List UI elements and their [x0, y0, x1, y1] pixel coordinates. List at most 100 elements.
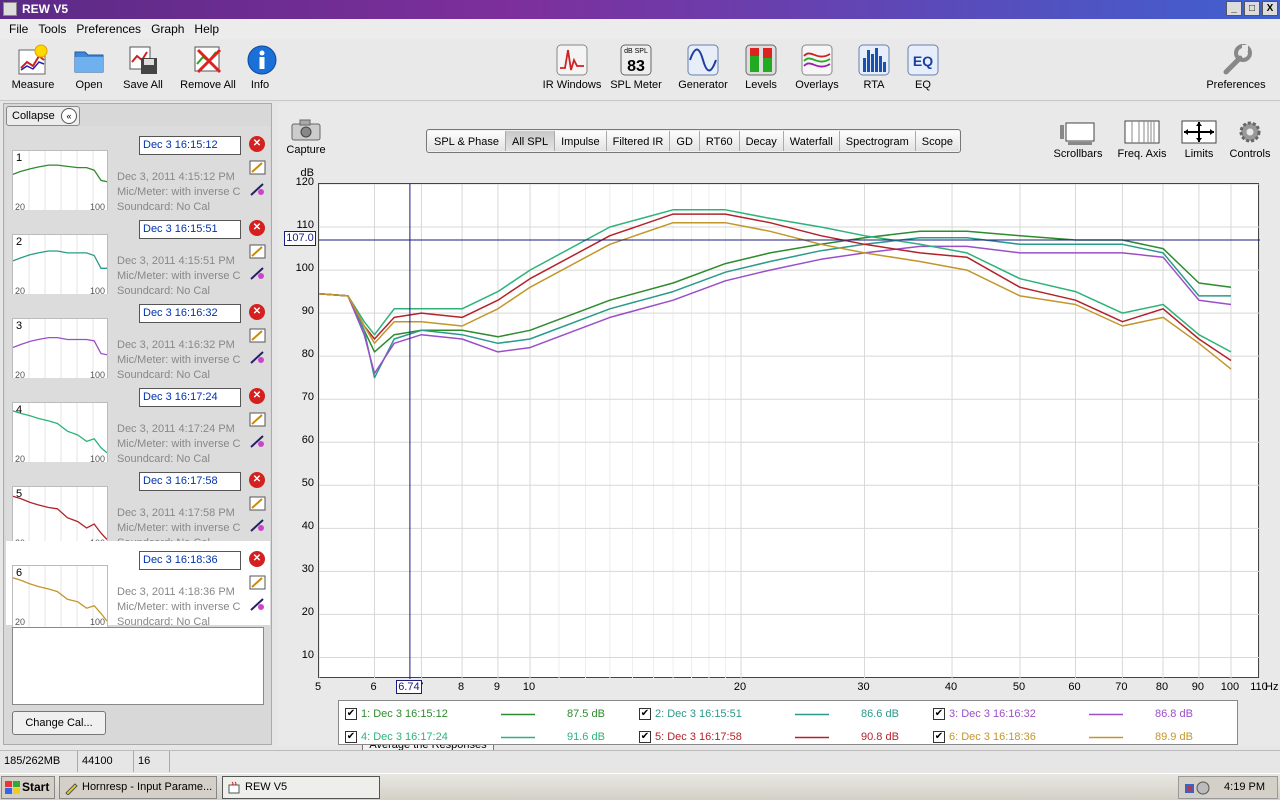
- tab-decay[interactable]: Decay: [739, 131, 784, 151]
- measurement-name-field[interactable]: Dec 3 16:17:24: [139, 388, 241, 407]
- tab-spectrogram[interactable]: Spectrogram: [839, 131, 916, 151]
- menu-graph[interactable]: Graph: [146, 22, 189, 36]
- colour-measurement-icon[interactable]: [249, 518, 266, 533]
- cursor-x-readout: 6.74: [395, 680, 422, 694]
- menu-file[interactable]: File: [4, 22, 33, 36]
- edit-measurement-icon[interactable]: [249, 575, 266, 590]
- spl-meter-unit: dB SPL: [624, 48, 648, 55]
- legend-label: 1: Dec 3 16:15:12: [361, 708, 448, 720]
- y-tick-label: 100: [295, 262, 314, 275]
- spl-meter-button[interactable]: dB SPL 83 SPL Meter: [610, 44, 662, 91]
- tab-all-spl[interactable]: All SPL: [506, 131, 556, 151]
- collapse-button[interactable]: Collapse «: [6, 106, 80, 126]
- change-cal-button[interactable]: Change Cal...: [12, 711, 106, 735]
- spl-graph[interactable]: Average the Responses: [318, 183, 1261, 756]
- close-button[interactable]: X: [1262, 1, 1278, 16]
- menu-preferences[interactable]: Preferences: [71, 22, 146, 36]
- ir-windows-button[interactable]: IR Windows: [542, 44, 602, 91]
- edit-measurement-icon[interactable]: [249, 328, 266, 343]
- delete-measurement-icon[interactable]: ✕: [249, 472, 265, 488]
- legend-checkbox[interactable]: ✔: [639, 708, 651, 720]
- measurement-name-field[interactable]: Dec 3 16:17:58: [139, 472, 241, 491]
- edit-measurement-icon[interactable]: [249, 412, 266, 427]
- scrollbars-button[interactable]: Scrollbars: [1052, 119, 1104, 160]
- overlays-button[interactable]: Overlays: [792, 44, 842, 91]
- y-tick-label: 90: [301, 305, 314, 318]
- tab-rt60[interactable]: RT60: [699, 131, 740, 151]
- measurement-item[interactable]: Dec 3 16:18:36 ✕ 6 20 100 Dec 3, 2011 4:18:36…: [6, 541, 270, 629]
- legend-checkbox[interactable]: ✔: [639, 731, 651, 743]
- measurement-name-field[interactable]: Dec 3 16:15:51: [139, 220, 241, 239]
- open-button[interactable]: Open: [70, 44, 108, 91]
- levels-button[interactable]: Levels: [742, 44, 780, 91]
- capture-button[interactable]: Capture: [284, 119, 328, 156]
- eq-button[interactable]: EQ EQ: [906, 44, 940, 91]
- generator-icon: [687, 44, 719, 76]
- legend-swatch: [1089, 736, 1123, 739]
- measurement-item[interactable]: Dec 3 16:17:58✕520100Dec 3, 2011 4:17:58…: [6, 462, 270, 550]
- preferences-button[interactable]: Preferences: [1202, 44, 1270, 91]
- legend-checkbox[interactable]: ✔: [933, 708, 945, 720]
- cursor-y-readout: 107.0: [284, 230, 316, 246]
- colour-measurement-icon[interactable]: [249, 266, 266, 281]
- y-tick-label: 20: [301, 606, 314, 619]
- camera-icon: [291, 119, 321, 141]
- maximize-button[interactable]: □: [1244, 1, 1260, 16]
- delete-measurement-icon[interactable]: ✕: [249, 304, 265, 320]
- minimize-button[interactable]: _: [1226, 1, 1242, 16]
- gear-icon: [1239, 121, 1261, 143]
- capture-label: Capture: [286, 144, 326, 156]
- tab-scope[interactable]: Scope: [915, 131, 959, 151]
- measurement-item[interactable]: Dec 3 16:15:51 ✕ 2 20 100 Dec 3, 2011 4:15:51…: [6, 210, 270, 298]
- start-button[interactable]: Start: [1, 776, 55, 799]
- info-button[interactable]: Info: [246, 44, 277, 91]
- tab-impulse[interactable]: Impulse: [555, 131, 607, 151]
- edit-measurement-icon[interactable]: [249, 496, 266, 511]
- colour-measurement-icon[interactable]: [249, 597, 266, 612]
- notes-textarea[interactable]: [12, 627, 264, 705]
- edit-measurement-icon[interactable]: [249, 160, 266, 175]
- measurement-date: Dec 3, 2011 4:18:36 PM: [117, 586, 235, 598]
- measure-label: Measure: [11, 79, 55, 91]
- delete-measurement-icon[interactable]: ✕: [249, 551, 265, 567]
- levels-icon: [745, 44, 777, 76]
- tab-filtered-ir[interactable]: Filtered IR: [606, 131, 671, 151]
- y-tick-label: 40: [301, 520, 314, 533]
- measurement-name-field[interactable]: Dec 3 16:16:32: [139, 304, 241, 323]
- legend-checkbox[interactable]: ✔: [345, 708, 357, 720]
- legend-swatch: [501, 736, 535, 739]
- edit-measurement-icon[interactable]: [249, 244, 266, 259]
- save-all-button[interactable]: Save All: [120, 44, 166, 91]
- colour-measurement-icon[interactable]: [249, 350, 266, 365]
- task-rew[interactable]: REW V5: [222, 776, 380, 799]
- measurement-name-field[interactable]: Dec 3 16:18:36: [139, 551, 241, 570]
- info-icon: [246, 44, 278, 76]
- folder-icon: [73, 44, 105, 76]
- delete-measurement-icon[interactable]: ✕: [249, 220, 265, 236]
- generator-button[interactable]: Generator: [676, 44, 730, 91]
- measurement-name-field[interactable]: Dec 3 16:15:12: [139, 136, 241, 155]
- measure-button[interactable]: Measure: [10, 44, 56, 91]
- delete-measurement-icon[interactable]: ✕: [249, 388, 265, 404]
- legend-checkbox[interactable]: ✔: [933, 731, 945, 743]
- legend-checkbox[interactable]: ✔: [345, 731, 357, 743]
- colour-measurement-icon[interactable]: [249, 182, 266, 197]
- delete-measurement-icon[interactable]: ✕: [249, 136, 265, 152]
- controls-button[interactable]: Controls: [1226, 119, 1274, 160]
- remove-all-button[interactable]: Remove All: [178, 44, 238, 91]
- freq-axis-button[interactable]: Freq. Axis: [1114, 119, 1170, 160]
- limits-button[interactable]: Limits: [1178, 119, 1220, 160]
- measurement-item[interactable]: Dec 3 16:17:24 ✕ 4 20 100 Dec 3, 2011 4:17:24…: [6, 378, 270, 466]
- tab-spl-phase[interactable]: SPL & Phase: [428, 131, 507, 151]
- rta-button[interactable]: RTA: [858, 44, 890, 91]
- task-hornresp[interactable]: Hornresp - Input Parame...: [59, 776, 217, 799]
- legend-swatch: [501, 713, 535, 716]
- measurement-item[interactable]: Dec 3 16:16:32 ✕ 3 20 100 Dec 3, 2011 4:16:32…: [6, 294, 270, 382]
- tab-waterfall[interactable]: Waterfall: [783, 131, 840, 151]
- measurement-item[interactable]: Dec 3 16:15:12 ✕ 1 20 100 Dec 3, 2011 4:15:12…: [6, 126, 270, 214]
- menu-tools[interactable]: Tools: [33, 22, 71, 36]
- clock: 4:19 PM: [1224, 781, 1265, 793]
- colour-measurement-icon[interactable]: [249, 434, 266, 449]
- menu-help[interactable]: Help: [189, 22, 224, 36]
- tab-gd[interactable]: GD: [670, 131, 700, 151]
